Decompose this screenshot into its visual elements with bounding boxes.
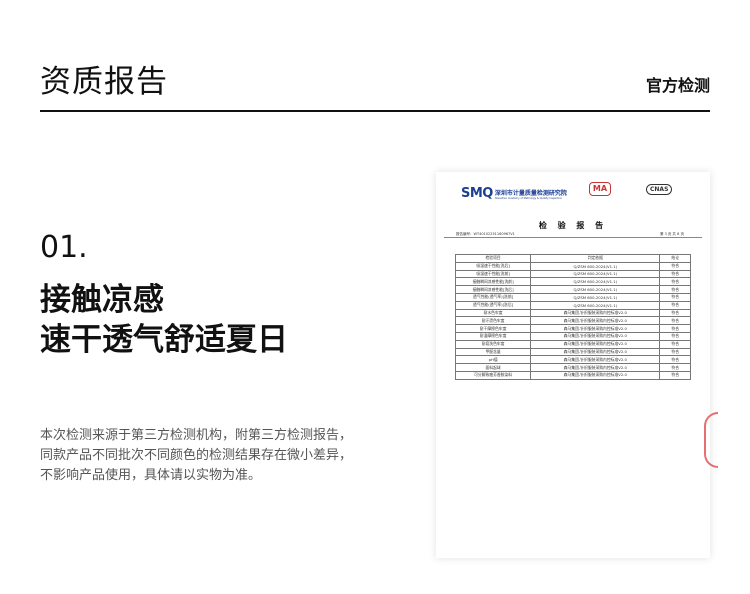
table-cell: 符合 — [659, 347, 691, 357]
table-row: 可分解致癌芳香胺染料 森马集团-针织服装采购内控标准V2.0 符合 — [454, 370, 691, 380]
section-description: 本次检测来源于第三方检测机构，附第三方检测报告， 同款产品不同批次不同颜色的检测… — [40, 426, 380, 486]
cma-mark-icon: MA — [589, 182, 611, 196]
table-row: 吸湿速干性能[洗后] Q/ZSM 600-2024(V1.1) 符合 — [454, 261, 691, 271]
table-cell: 符合 — [659, 331, 691, 341]
seal-stamp-icon — [704, 412, 718, 468]
table-cell: pH值 — [454, 355, 532, 365]
table-row: pH值 森马集团-针织服装采购内控标准V2.0 符合 — [454, 355, 691, 365]
report-title: 检 验 报 告 — [538, 221, 608, 230]
description-line: 同款产品不同批次不同颜色的检测结果存在微小差异， — [40, 448, 353, 463]
table-cell: 符合 — [659, 308, 691, 318]
table-cell: Q/ZSM 600-2024(V1.1) — [530, 300, 661, 310]
table-cell: 符合 — [659, 324, 691, 333]
table-cell: Q/ZSM 600-2024(V1.1) — [530, 277, 661, 287]
table-cell: 森马集团-针织服装采购内控标准V2.0 — [530, 316, 661, 326]
description-line: 本次检测来源于第三方检测机构，附第三方检测报告， — [40, 428, 353, 443]
table-row: 接触瞬间凉感性能[洗后] Q/ZSM 600-2024(V1.1) 符合 — [454, 285, 691, 294]
table-cell: 森马集团-针织服装采购内控标准V2.0 — [530, 331, 661, 341]
table-cell: 耐汗渍色牢度 — [454, 316, 532, 326]
table-cell: 符合 — [659, 269, 691, 279]
table-row: 甲醛含量 森马集团-针织服装采购内控标准V2.0 符合 — [454, 347, 691, 357]
table-cell: 符合 — [659, 316, 691, 326]
table-cell: 吸湿速干性能[洗后] — [454, 261, 532, 271]
table-cell: 接触瞬间凉感性能[洗前] — [454, 277, 532, 287]
report-table: 检验项目 判定依据 结论 吸湿速干性能[洗后] Q/ZSM 600-2024(V1.1)… — [454, 254, 691, 380]
table-cell: 符合 — [659, 292, 691, 302]
table-row: 透气性能(透气率)[洗后] Q/ZSM 600-2024(V1.1) 符合 — [454, 300, 691, 310]
table-row: 面料起球 森马集团-针织服装采购内控标准V2.0 符合 — [454, 363, 691, 372]
table-cell: 判定依据 — [530, 254, 661, 263]
table-cell: 接触瞬间凉感性能[洗后] — [454, 285, 532, 294]
table-cell: 符合 — [659, 339, 691, 349]
table-cell: 甲醛含量 — [454, 347, 532, 357]
table-cell: 符合 — [659, 370, 691, 380]
table-row: 透气性能(透气率)[洗前] Q/ZSM 600-2024(V1.1) 符合 — [454, 292, 691, 302]
table-cell: 森马集团-针织服装采购内控标准V2.0 — [530, 347, 661, 357]
section-headline: 接触凉感 速干透气舒适夏日 — [40, 280, 288, 360]
headline-line: 速干透气舒适夏日 — [40, 322, 288, 358]
table-cell: 森马集团-针织服装采购内控标准V2.0 — [530, 324, 661, 333]
cnas-mark-icon: CNAS — [646, 184, 673, 195]
table-row: 耐干摩擦色牢度 森马集团-针织服装采购内控标准V2.0 符合 — [454, 324, 691, 333]
table-cell: 耐水色牢度 — [454, 308, 532, 318]
table-cell: Q/ZSM 600-2024(V1.1) — [530, 269, 661, 279]
divider — [40, 110, 710, 112]
table-cell: Q/ZSM 600-2024(V1.1) — [530, 261, 661, 271]
table-cell: 透气性能(透气率)[洗后] — [454, 300, 532, 310]
table-row: 吸湿速干性能[洗前] Q/ZSM 600-2024(V1.1) 符合 — [454, 269, 691, 279]
table-cell: 吸湿速干性能[洗前] — [454, 269, 532, 279]
table-cell: 耐皂洗色牢度 — [454, 339, 532, 349]
table-cell: Q/ZSM 600-2024(V1.1) — [530, 292, 661, 302]
table-cell: 耐湿摩擦色牢度 — [454, 331, 532, 341]
table-cell: 森马集团-针织服装采购内控标准V2.0 — [530, 355, 661, 365]
smq-logo: SMQ 深圳市计量质量检测研究院 Shenzhen Academy of Metr… — [461, 186, 567, 201]
table-cell: 森马集团-针织服装采购内控标准V2.0 — [530, 339, 661, 349]
table-cell: 符合 — [659, 355, 691, 365]
table-cell: 检验项目 — [454, 254, 532, 263]
page-title: 资质报告 — [40, 64, 168, 100]
table-cell: 森马集团-针织服装采购内控标准V2.0 — [530, 308, 661, 318]
headline-line: 接触凉感 — [40, 282, 164, 318]
table-cell: 透气性能(透气率)[洗前] — [454, 292, 532, 302]
table-row: 耐水色牢度 森马集团-针织服装采购内控标准V2.0 符合 — [454, 308, 691, 318]
table-row: 耐汗渍色牢度 森马集团-针织服装采购内控标准V2.0 符合 — [454, 316, 691, 326]
table-cell: 耐干摩擦色牢度 — [454, 324, 532, 333]
table-cell: 森马集团-针织服装采购内控标准V2.0 — [530, 363, 661, 372]
table-row: 接触瞬间凉感性能[洗前] Q/ZSM 600-2024(V1.1) 符合 — [454, 277, 691, 287]
table-cell: 结论 — [659, 254, 691, 263]
table-header-row: 检验项目 判定依据 结论 — [454, 254, 691, 263]
table-cell: Q/ZSM 600-2024(V1.1) — [530, 285, 661, 294]
table-cell: 符合 — [659, 300, 691, 310]
table-cell: 森马集团-针织服装采购内控标准V2.0 — [530, 370, 661, 380]
report-divider — [444, 237, 702, 238]
table-cell: 符合 — [659, 285, 691, 294]
table-cell: 符合 — [659, 261, 691, 271]
table-cell: 符合 — [659, 363, 691, 372]
test-report-image: SMQ 深圳市计量质量检测研究院 Shenzhen Academy of Metr… — [436, 172, 718, 558]
table-row: 耐皂洗色牢度 森马集团-针织服装采购内控标准V2.0 符合 — [454, 339, 691, 349]
table-cell: 符合 — [659, 277, 691, 287]
table-row: 耐湿摩擦色牢度 森马集团-针织服装采购内控标准V2.0 符合 — [454, 331, 691, 341]
page-subtitle: 官方检测 — [645, 76, 710, 95]
description-line: 不影响产品使用，具体请以实物为准。 — [40, 468, 262, 483]
section-number: 01. — [40, 230, 88, 265]
table-cell: 可分解致癌芳香胺染料 — [454, 370, 532, 380]
table-cell: 面料起球 — [454, 363, 532, 372]
